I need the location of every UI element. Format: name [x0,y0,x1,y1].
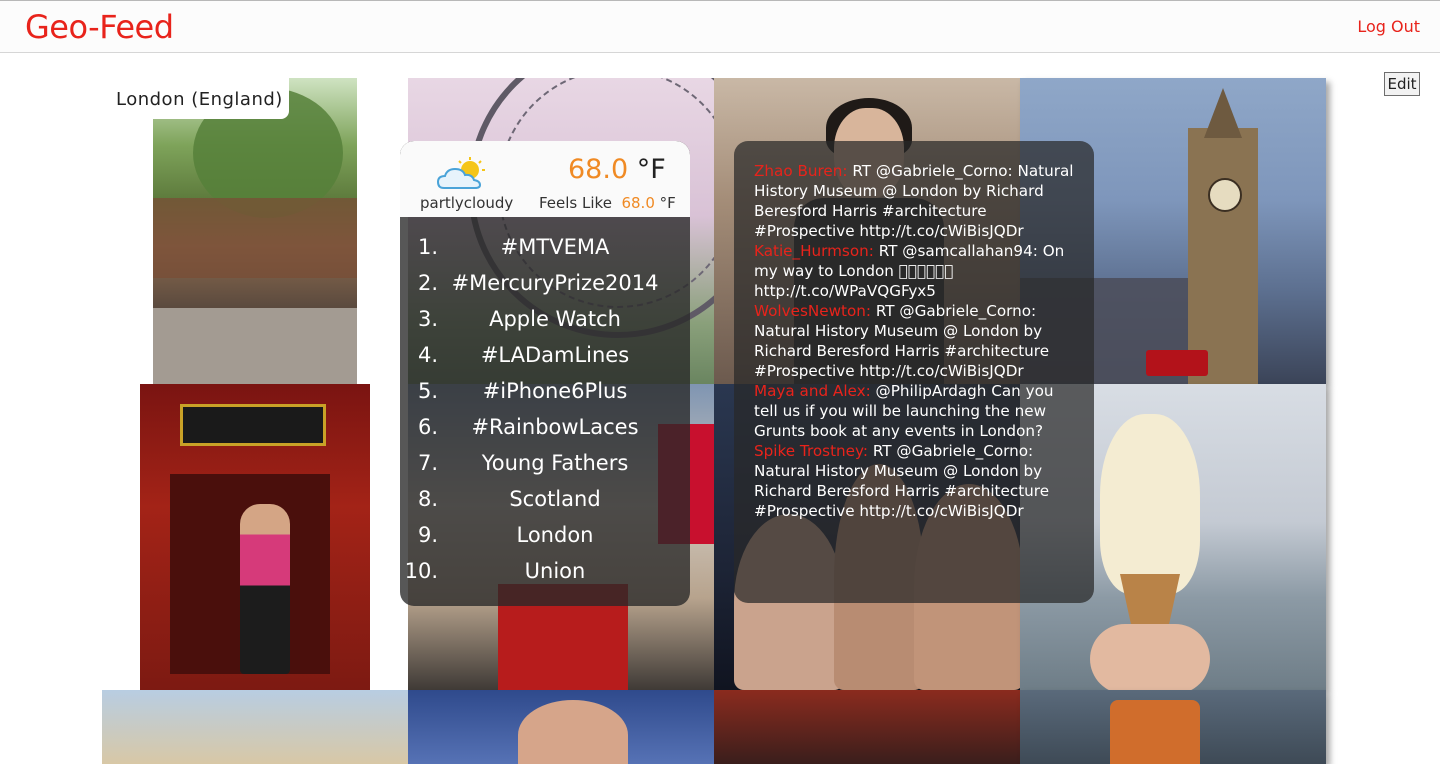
photo-tile[interactable] [140,384,370,690]
tweet-item: Katie_Hurmson: RT @samcallahan94: On my … [754,241,1076,301]
trend-text[interactable]: Young Fathers [450,451,660,475]
trend-item[interactable]: 8. Scotland [400,485,690,521]
photo-tile[interactable] [102,690,408,764]
trend-rank: 1. [417,235,438,259]
trend-item[interactable]: 3. Apple Watch [400,305,690,341]
logout-link[interactable]: Log Out [1357,17,1420,36]
feels-like-unit: °F [659,194,676,212]
trend-text[interactable]: #iPhone6Plus [450,379,660,403]
photo-tile[interactable] [1020,690,1326,764]
trend-text[interactable]: #MercuryPrize2014 [450,271,660,295]
tweet-user[interactable]: WolvesNewton: [754,302,871,320]
trend-rank: 3. [417,307,438,331]
photo-tile[interactable] [408,690,714,764]
tweet-user[interactable]: Spike Trostney: [754,442,868,460]
trend-item[interactable]: 2. #MercuryPrize2014 [400,269,690,305]
trend-item[interactable]: 4. #LADamLines [400,341,690,377]
trend-text[interactable]: #LADamLines [450,343,660,367]
weather-widget: partlycloudy 68.0 °F Feels Like 68.0 °F [400,141,690,217]
location-label: London (England) [106,78,289,119]
trend-item[interactable]: 1. #MTVEMA [400,233,690,269]
tweet-user[interactable]: Zhao Buren: [754,162,848,180]
trend-rank: 5. [417,379,438,403]
trend-item[interactable]: 9. London [400,521,690,557]
trend-text[interactable]: Apple Watch [450,307,660,331]
feels-like-value: 68.0 [621,194,655,212]
tweet-item: Maya and Alex: @PhilipArdagh Can you tel… [754,381,1076,441]
trend-rank: 7. [417,451,438,475]
trend-rank: 9. [417,523,438,547]
trend-rank: 10. [404,559,438,583]
trend-text[interactable]: Scotland [450,487,660,511]
trend-text[interactable]: #MTVEMA [450,235,660,259]
tweet-item: Spike Trostney: RT @Gabriele_Corno: Natu… [754,441,1076,521]
trend-rank: 4. [417,343,438,367]
tweets-panel: Zhao Buren: RT @Gabriele_Corno: Natural … [734,141,1094,603]
trend-text[interactable]: London [450,523,660,547]
weather-condition: partlycloudy [420,194,514,212]
edit-button[interactable]: Edit [1384,72,1420,96]
trend-rank: 8. [417,487,438,511]
feels-like-label: Feels Like [539,194,612,212]
trend-text[interactable]: #RainbowLaces [450,415,660,439]
tweet-user[interactable]: Katie_Hurmson: [754,242,874,260]
trend-item[interactable]: 7. Young Fathers [400,449,690,485]
trend-item[interactable]: 10. Union [400,557,690,593]
temperature-unit: °F [636,154,666,185]
photo-tile[interactable] [153,78,357,384]
tweet-user[interactable]: Maya and Alex: [754,382,871,400]
trend-item[interactable]: 6. #RainbowLaces [400,413,690,449]
trend-item[interactable]: 5. #iPhone6Plus [400,377,690,413]
temperature: 68.0 °F [568,154,666,185]
partly-cloudy-icon [436,157,485,189]
feels-like: Feels Like 68.0 °F [539,194,676,212]
trending-list: 1. #MTVEMA 2. #MercuryPrize2014 3. Apple Wa… [400,233,690,593]
brand-logo[interactable]: Geo-Feed [25,8,174,46]
trend-rank: 6. [417,415,438,439]
temperature-value: 68.0 [568,154,629,185]
top-navbar: Geo-Feed Log Out [0,0,1440,53]
trends-panel: partlycloudy 68.0 °F Feels Like 68.0 °F … [400,141,690,606]
photo-tile[interactable] [714,690,1020,764]
trend-rank: 2. [417,271,438,295]
tweet-item: WolvesNewton: RT @Gabriele_Corno: Natura… [754,301,1076,381]
tweet-item: Zhao Buren: RT @Gabriele_Corno: Natural … [754,161,1076,241]
trend-text[interactable]: Union [450,559,660,583]
